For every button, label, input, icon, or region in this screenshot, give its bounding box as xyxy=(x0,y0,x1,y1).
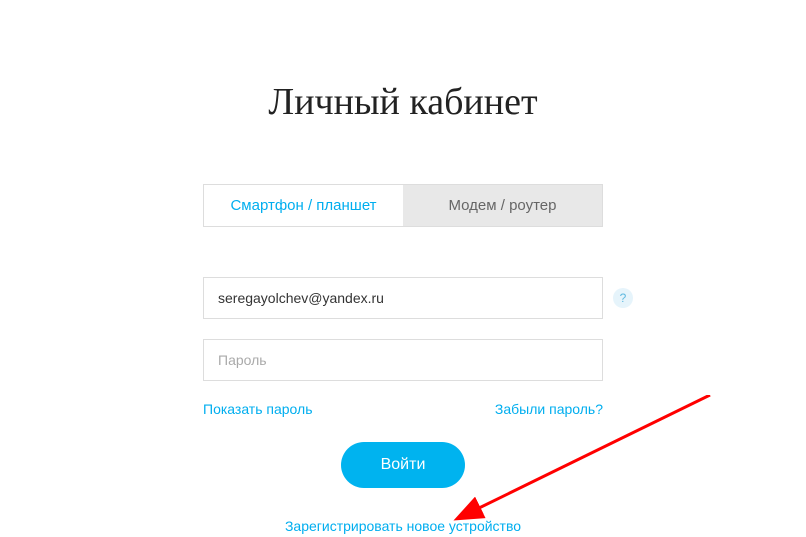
help-icon[interactable]: ? xyxy=(613,288,633,308)
register-device-link[interactable]: Зарегистрировать новое устройство xyxy=(285,518,521,534)
page-title: Личный кабинет xyxy=(268,80,537,124)
tab-smartphone[interactable]: Смартфон / планшет xyxy=(204,185,403,226)
email-field[interactable] xyxy=(203,277,603,319)
show-password-link[interactable]: Показать пароль xyxy=(203,401,313,417)
login-form: ? Показать пароль Забыли пароль? Войти З… xyxy=(203,277,603,536)
tab-modem[interactable]: Модем / роутер xyxy=(403,185,602,226)
device-type-tabs: Смартфон / планшет Модем / роутер xyxy=(203,184,603,227)
forgot-password-link[interactable]: Забыли пароль? xyxy=(495,401,603,417)
password-field[interactable] xyxy=(203,339,603,381)
login-button[interactable]: Войти xyxy=(341,442,466,488)
